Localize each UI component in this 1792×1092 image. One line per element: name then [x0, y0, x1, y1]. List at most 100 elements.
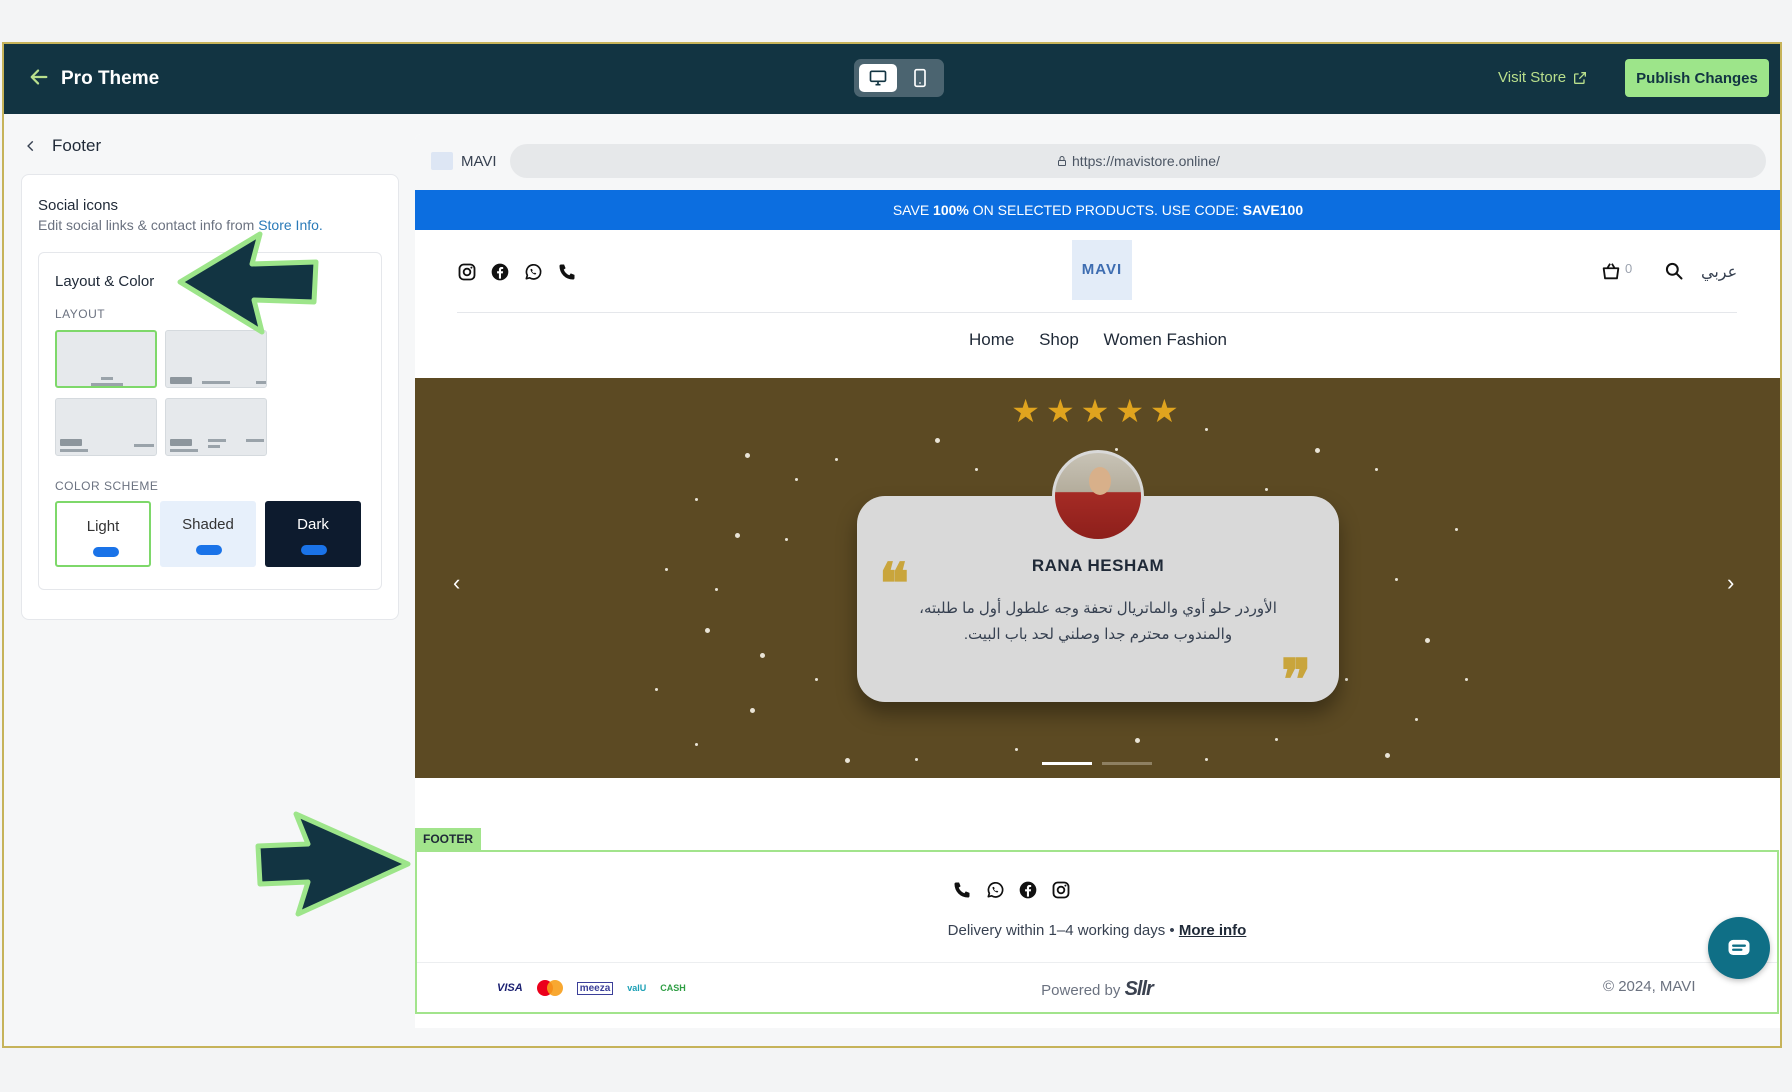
nav-shop[interactable]: Shop [1039, 330, 1079, 349]
whatsapp-icon[interactable] [985, 880, 1005, 900]
sllr-logo[interactable]: Sllr [1125, 978, 1154, 1000]
publish-changes-button[interactable]: Publish Changes [1625, 59, 1769, 97]
scheme-label: Dark [297, 516, 329, 533]
visit-store-label: Visit Store [1498, 69, 1567, 86]
facebook-icon[interactable] [490, 262, 510, 282]
browser-bar: MAVI https://mavistore.online/ [415, 134, 1780, 190]
section-title: Footer [52, 136, 102, 155]
sparkle-dot [1205, 758, 1208, 761]
testimonial-section: ★★★★★ ❝ RANA HESHAM الأوردر حلو أوي والم… [415, 378, 1780, 778]
instagram-icon[interactable] [457, 262, 477, 282]
carousel-next-button[interactable]: › [1727, 570, 1734, 596]
sparkle-dot [1395, 578, 1398, 581]
more-info-link[interactable]: More info [1179, 922, 1247, 939]
sparkle-dot [785, 538, 788, 541]
store-header: MAVI 0 عربي [415, 230, 1780, 310]
rating-stars: ★★★★★ [1011, 393, 1185, 429]
url-text: https://mavistore.online/ [1072, 153, 1220, 169]
layout-option-columns[interactable] [165, 398, 267, 456]
sparkle-dot [745, 453, 750, 458]
whatsapp-icon[interactable] [523, 262, 543, 282]
header-divider [457, 312, 1737, 313]
announce-code: SAVE100 [1242, 202, 1304, 218]
phone-icon[interactable] [557, 262, 577, 282]
search-icon[interactable] [1664, 261, 1684, 281]
facebook-icon[interactable] [1018, 880, 1038, 900]
sparkle-dot [705, 628, 710, 633]
cart-count: 0 [1625, 261, 1633, 276]
theme-title: Pro Theme [61, 68, 160, 89]
sparkle-dot [750, 708, 755, 713]
back-arrow-icon[interactable] [28, 66, 50, 88]
editor-topbar: Pro Theme Visit Store Publish Changes [4, 44, 1780, 114]
sparkle-dot [1135, 738, 1140, 743]
footer-divider [417, 962, 1777, 963]
phone-icon[interactable] [952, 880, 972, 900]
layout-label: LAYOUT [55, 307, 106, 321]
sparkle-dot [1275, 738, 1278, 741]
footer-back-link[interactable]: Footer [24, 136, 101, 156]
site-tab-name: MAVI [461, 153, 497, 170]
copyright: © 2024, MAVI [1603, 978, 1696, 995]
sparkle-dot [795, 478, 798, 481]
sparkle-dot [1465, 678, 1468, 681]
sparkle-dot [1115, 448, 1118, 451]
sparkle-dot [935, 438, 940, 443]
color-scheme-light[interactable]: Light [55, 501, 151, 567]
delivery-info: Delivery within 1–4 working days • More … [417, 922, 1777, 939]
color-scheme-label: COLOR SCHEME [55, 479, 159, 493]
url-bar: https://mavistore.online/ [510, 144, 1766, 178]
chat-button[interactable] [1708, 917, 1770, 979]
scheme-swatch [301, 545, 327, 555]
footer-section-tag: FOOTER [415, 828, 481, 850]
layout-option-left[interactable] [55, 398, 157, 456]
instagram-icon[interactable] [1051, 880, 1071, 900]
favicon [431, 152, 453, 170]
color-scheme-dark[interactable]: Dark [265, 501, 361, 567]
sparkle-dot [1455, 528, 1458, 531]
sparkle-dot [665, 568, 668, 571]
sparkle-dot [835, 458, 838, 461]
sparkle-dot [695, 743, 698, 746]
powered-by-text: Powered by [1041, 982, 1121, 999]
sparkle-dot [1265, 488, 1268, 491]
nav-home[interactable]: Home [969, 330, 1014, 349]
sparkle-dot [760, 653, 765, 658]
sparkle-dot [975, 468, 978, 471]
sparkle-dot [845, 758, 850, 763]
sparkle-dot [915, 758, 918, 761]
monitor-icon [869, 70, 887, 86]
sparkle-dot [1415, 718, 1418, 721]
carousel-dot-active[interactable] [1042, 762, 1092, 765]
carousel-dot[interactable] [1102, 762, 1152, 765]
layout-option-centered[interactable] [55, 330, 157, 388]
scheme-swatch [93, 547, 119, 557]
sparkle-dot [735, 533, 740, 538]
external-link-icon [1574, 71, 1587, 84]
sparkle-dot [1205, 428, 1208, 431]
visit-store-link[interactable]: Visit Store [1498, 69, 1588, 86]
scheme-swatch [196, 545, 222, 555]
main-nav: Home Shop Women Fashion [415, 330, 1780, 350]
sparkle-dot [1385, 753, 1390, 758]
powered-by: Powered by Sllr [417, 978, 1777, 1001]
announcement-bar: SAVE 100% ON SELECTED PRODUCTS. USE CODE… [415, 190, 1780, 230]
annotation-arrow-icon [177, 231, 319, 335]
language-switch[interactable]: عربي [1701, 262, 1737, 282]
desktop-view-button[interactable] [859, 64, 897, 92]
footer-section[interactable]: Delivery within 1–4 working days • More … [415, 850, 1779, 1014]
sparkle-dot [1315, 448, 1320, 453]
nav-women-fashion[interactable]: Women Fashion [1104, 330, 1227, 349]
sparkle-dot [1425, 638, 1430, 643]
color-scheme-shaded[interactable]: Shaded [160, 501, 256, 567]
announce-text: SAVE [892, 202, 930, 218]
mobile-view-button[interactable] [901, 64, 939, 92]
device-toggle [854, 59, 944, 97]
store-logo[interactable]: MAVI [1072, 240, 1132, 300]
shopping-bag-icon[interactable] [1600, 260, 1622, 282]
reviewer-name: RANA HESHAM [1031, 556, 1165, 575]
theme-editor-window: Pro Theme Visit Store Publish Changes Fo… [2, 42, 1782, 1048]
carousel-prev-button[interactable]: ‹ [453, 570, 460, 596]
announce-text-2: ON SELECTED PRODUCTS. USE CODE: [972, 202, 1239, 218]
review-line: الأوردر حلو أوي والماتريال تحفة وجه علطو… [919, 600, 1277, 617]
